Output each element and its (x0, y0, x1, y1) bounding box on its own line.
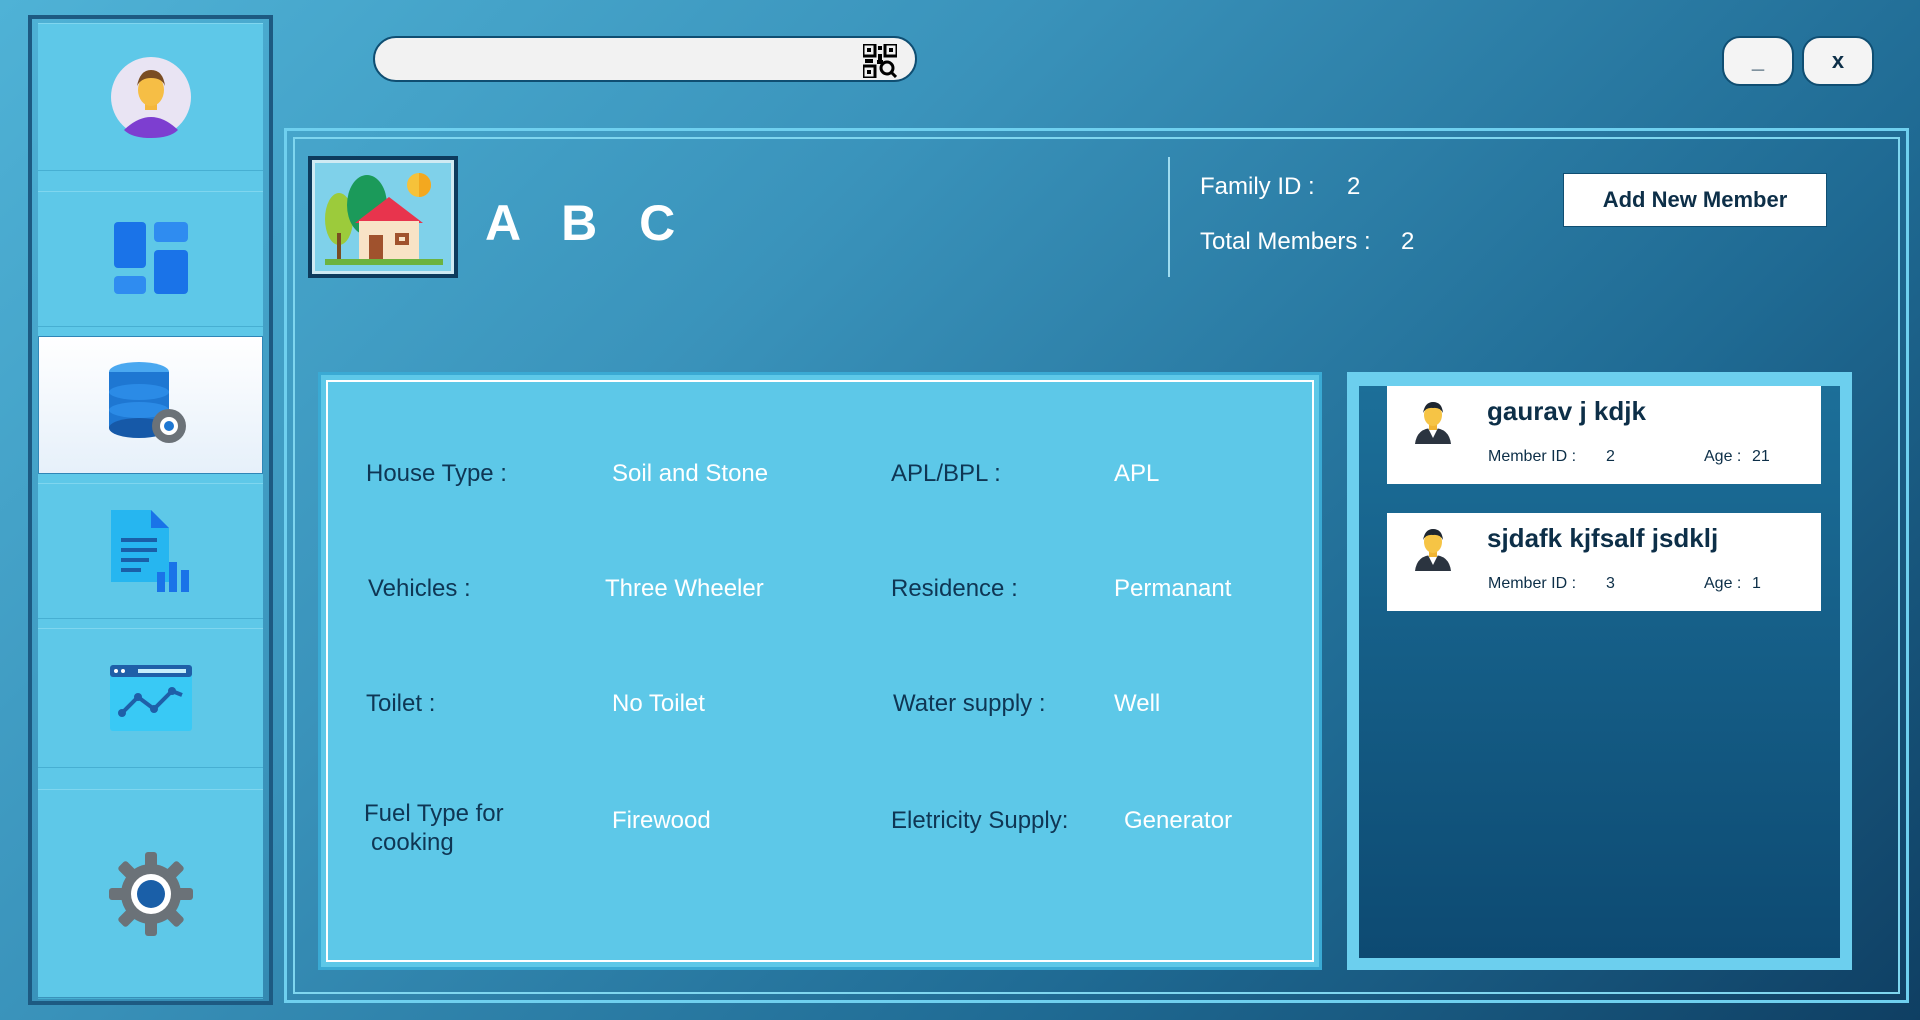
residence-value: Permanant (1114, 575, 1232, 602)
dashboard-icon (113, 222, 188, 294)
electricity-supply-label: Eletricity Supply: (891, 807, 1069, 834)
member-card[interactable]: sjdafk kjfsalf jsdklj Member ID : 3 Age … (1387, 513, 1821, 611)
house-icon (325, 173, 443, 265)
family-name: A B C (485, 195, 690, 251)
apl-bpl-value: APL (1114, 460, 1160, 487)
vehicles-label: Vehicles : (368, 575, 471, 602)
members-list[interactable]: gaurav j kdjk Member ID : 2 Age : 21 sjd… (1359, 386, 1840, 958)
member-name: gaurav j kdjk (1487, 396, 1646, 426)
search-bar[interactable] (373, 36, 917, 82)
apl-bpl-label: APL/BPL : (891, 460, 1001, 487)
water-supply-label: Water supply : (893, 690, 1046, 717)
residence-label: Residence : (891, 575, 1018, 602)
member-avatar-icon (1415, 529, 1451, 571)
vehicles-value: Three Wheeler (605, 575, 764, 602)
report-document-icon (110, 510, 189, 592)
analytics-chart-icon (109, 665, 192, 731)
member-age-label: Age : (1704, 575, 1742, 592)
sidebar-panel (38, 23, 263, 999)
toilet-value: No Toilet (612, 690, 705, 717)
fuel-type-label-line2: cooking (371, 829, 454, 856)
member-card[interactable]: gaurav j kdjk Member ID : 2 Age : 21 (1387, 386, 1821, 484)
toilet-label: Toilet : (366, 690, 436, 717)
member-age-value: 21 (1752, 448, 1770, 465)
settings-gear-icon (108, 852, 193, 936)
sidebar-item-database[interactable] (38, 336, 263, 474)
family-image (308, 156, 458, 278)
sidebar-item-dashboard[interactable] (38, 191, 263, 327)
house-type-label: House Type : (366, 460, 507, 487)
member-avatar-icon (1415, 402, 1451, 444)
house-type-value: Soil and Stone (612, 460, 769, 487)
family-id-label: Family ID : (1200, 173, 1315, 200)
header-divider (1168, 157, 1170, 277)
add-new-member-button[interactable]: Add New Member (1563, 173, 1827, 227)
family-id-value: 2 (1347, 173, 1361, 200)
members-panel: gaurav j kdjk Member ID : 2 Age : 21 sjd… (1347, 372, 1852, 970)
sidebar-item-profile[interactable] (38, 23, 263, 171)
member-id-label: Member ID : (1488, 575, 1577, 592)
minimize-button[interactable]: _ (1722, 36, 1794, 86)
sidebar-item-analytics[interactable] (38, 628, 263, 768)
member-id-label: Member ID : (1488, 448, 1577, 465)
fuel-type-label-line1: Fuel Type for (364, 800, 504, 827)
member-age-value: 1 (1752, 575, 1761, 592)
electricity-supply-value: Generator (1124, 807, 1233, 834)
user-avatar-icon (110, 57, 191, 138)
member-id-value: 3 (1606, 575, 1615, 592)
sidebar-item-settings[interactable] (38, 789, 263, 999)
member-id-value: 2 (1606, 448, 1615, 465)
database-settings-icon (108, 362, 186, 443)
total-members-value: 2 (1401, 228, 1415, 255)
close-button[interactable]: x (1802, 36, 1874, 86)
fuel-type-value: Firewood (612, 807, 711, 834)
sidebar-item-reports[interactable] (38, 483, 263, 619)
member-age-label: Age : (1704, 448, 1742, 465)
sidebar (28, 15, 273, 1005)
total-members-label: Total Members : (1200, 228, 1371, 255)
member-name: sjdafk kjfsalf jsdklj (1487, 523, 1719, 553)
qr-scan-icon[interactable] (863, 44, 897, 78)
search-input[interactable] (393, 44, 837, 76)
water-supply-value: Well (1114, 690, 1161, 717)
